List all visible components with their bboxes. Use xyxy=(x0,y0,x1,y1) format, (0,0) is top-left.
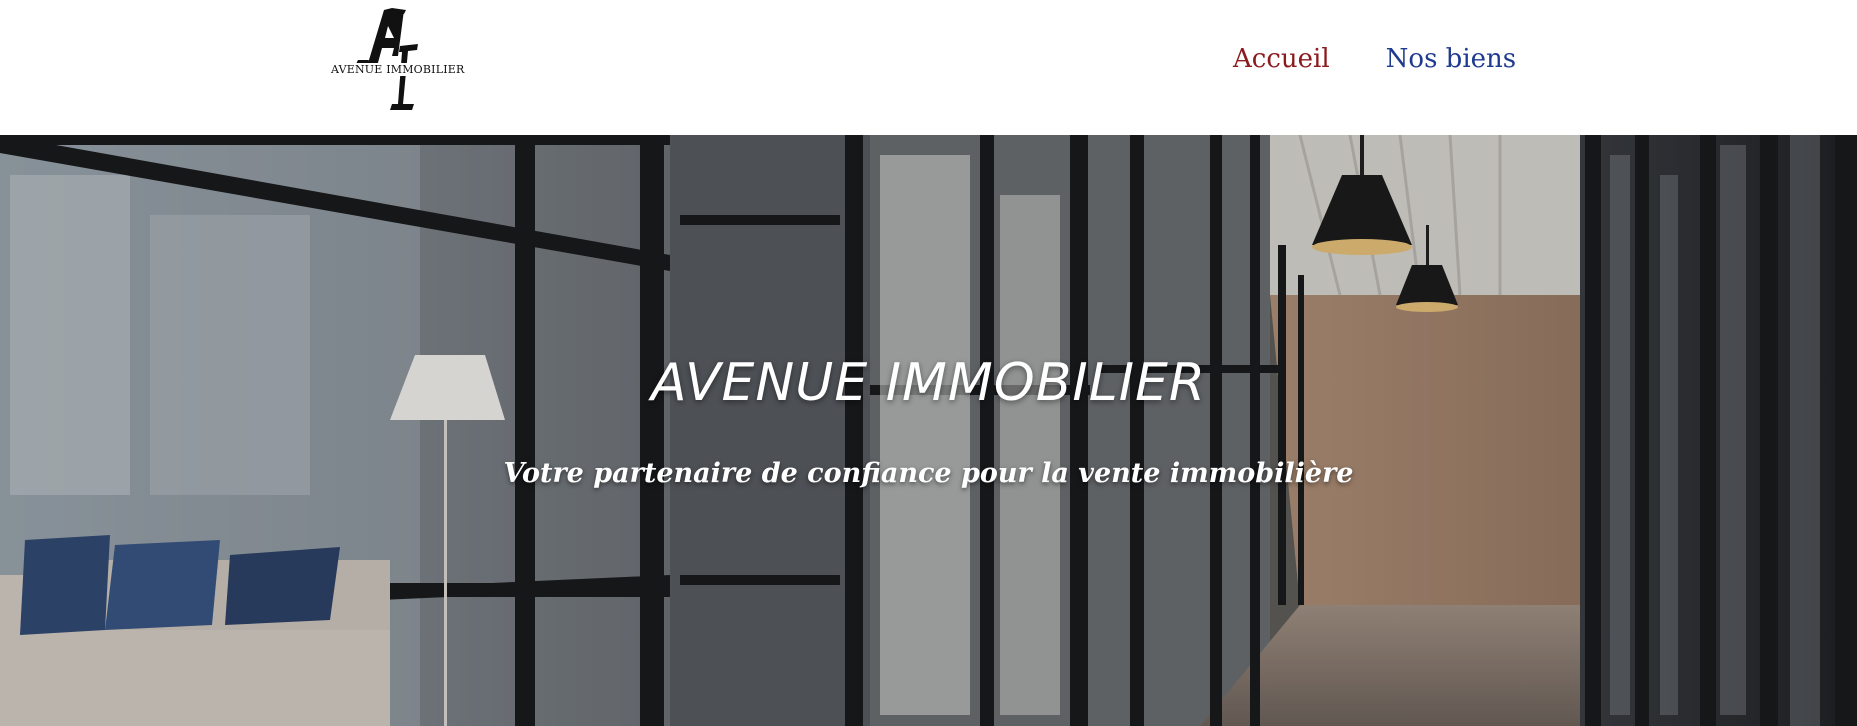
hero-subtitle: Votre partenaire de confiance pour la ve… xyxy=(503,458,1354,489)
hero-background-image xyxy=(0,135,1857,726)
nav-link-nos-biens[interactable]: Nos biens xyxy=(1386,44,1516,74)
nav-link-accueil[interactable]: Accueil xyxy=(1233,44,1330,74)
monogram-icon xyxy=(356,8,418,110)
hero-banner: AVENUE IMMOBILIER Votre partenaire de co… xyxy=(0,135,1857,726)
site-header: AVENUE IMMOBILIER Accueil Nos biens xyxy=(0,0,1857,135)
main-nav: Accueil Nos biens xyxy=(1233,44,1516,74)
hero-title: AVENUE IMMOBILIER xyxy=(650,353,1207,413)
logo-text: AVENUE IMMOBILIER xyxy=(330,63,466,76)
brand-logo[interactable]: AVENUE IMMOBILIER xyxy=(322,4,466,116)
